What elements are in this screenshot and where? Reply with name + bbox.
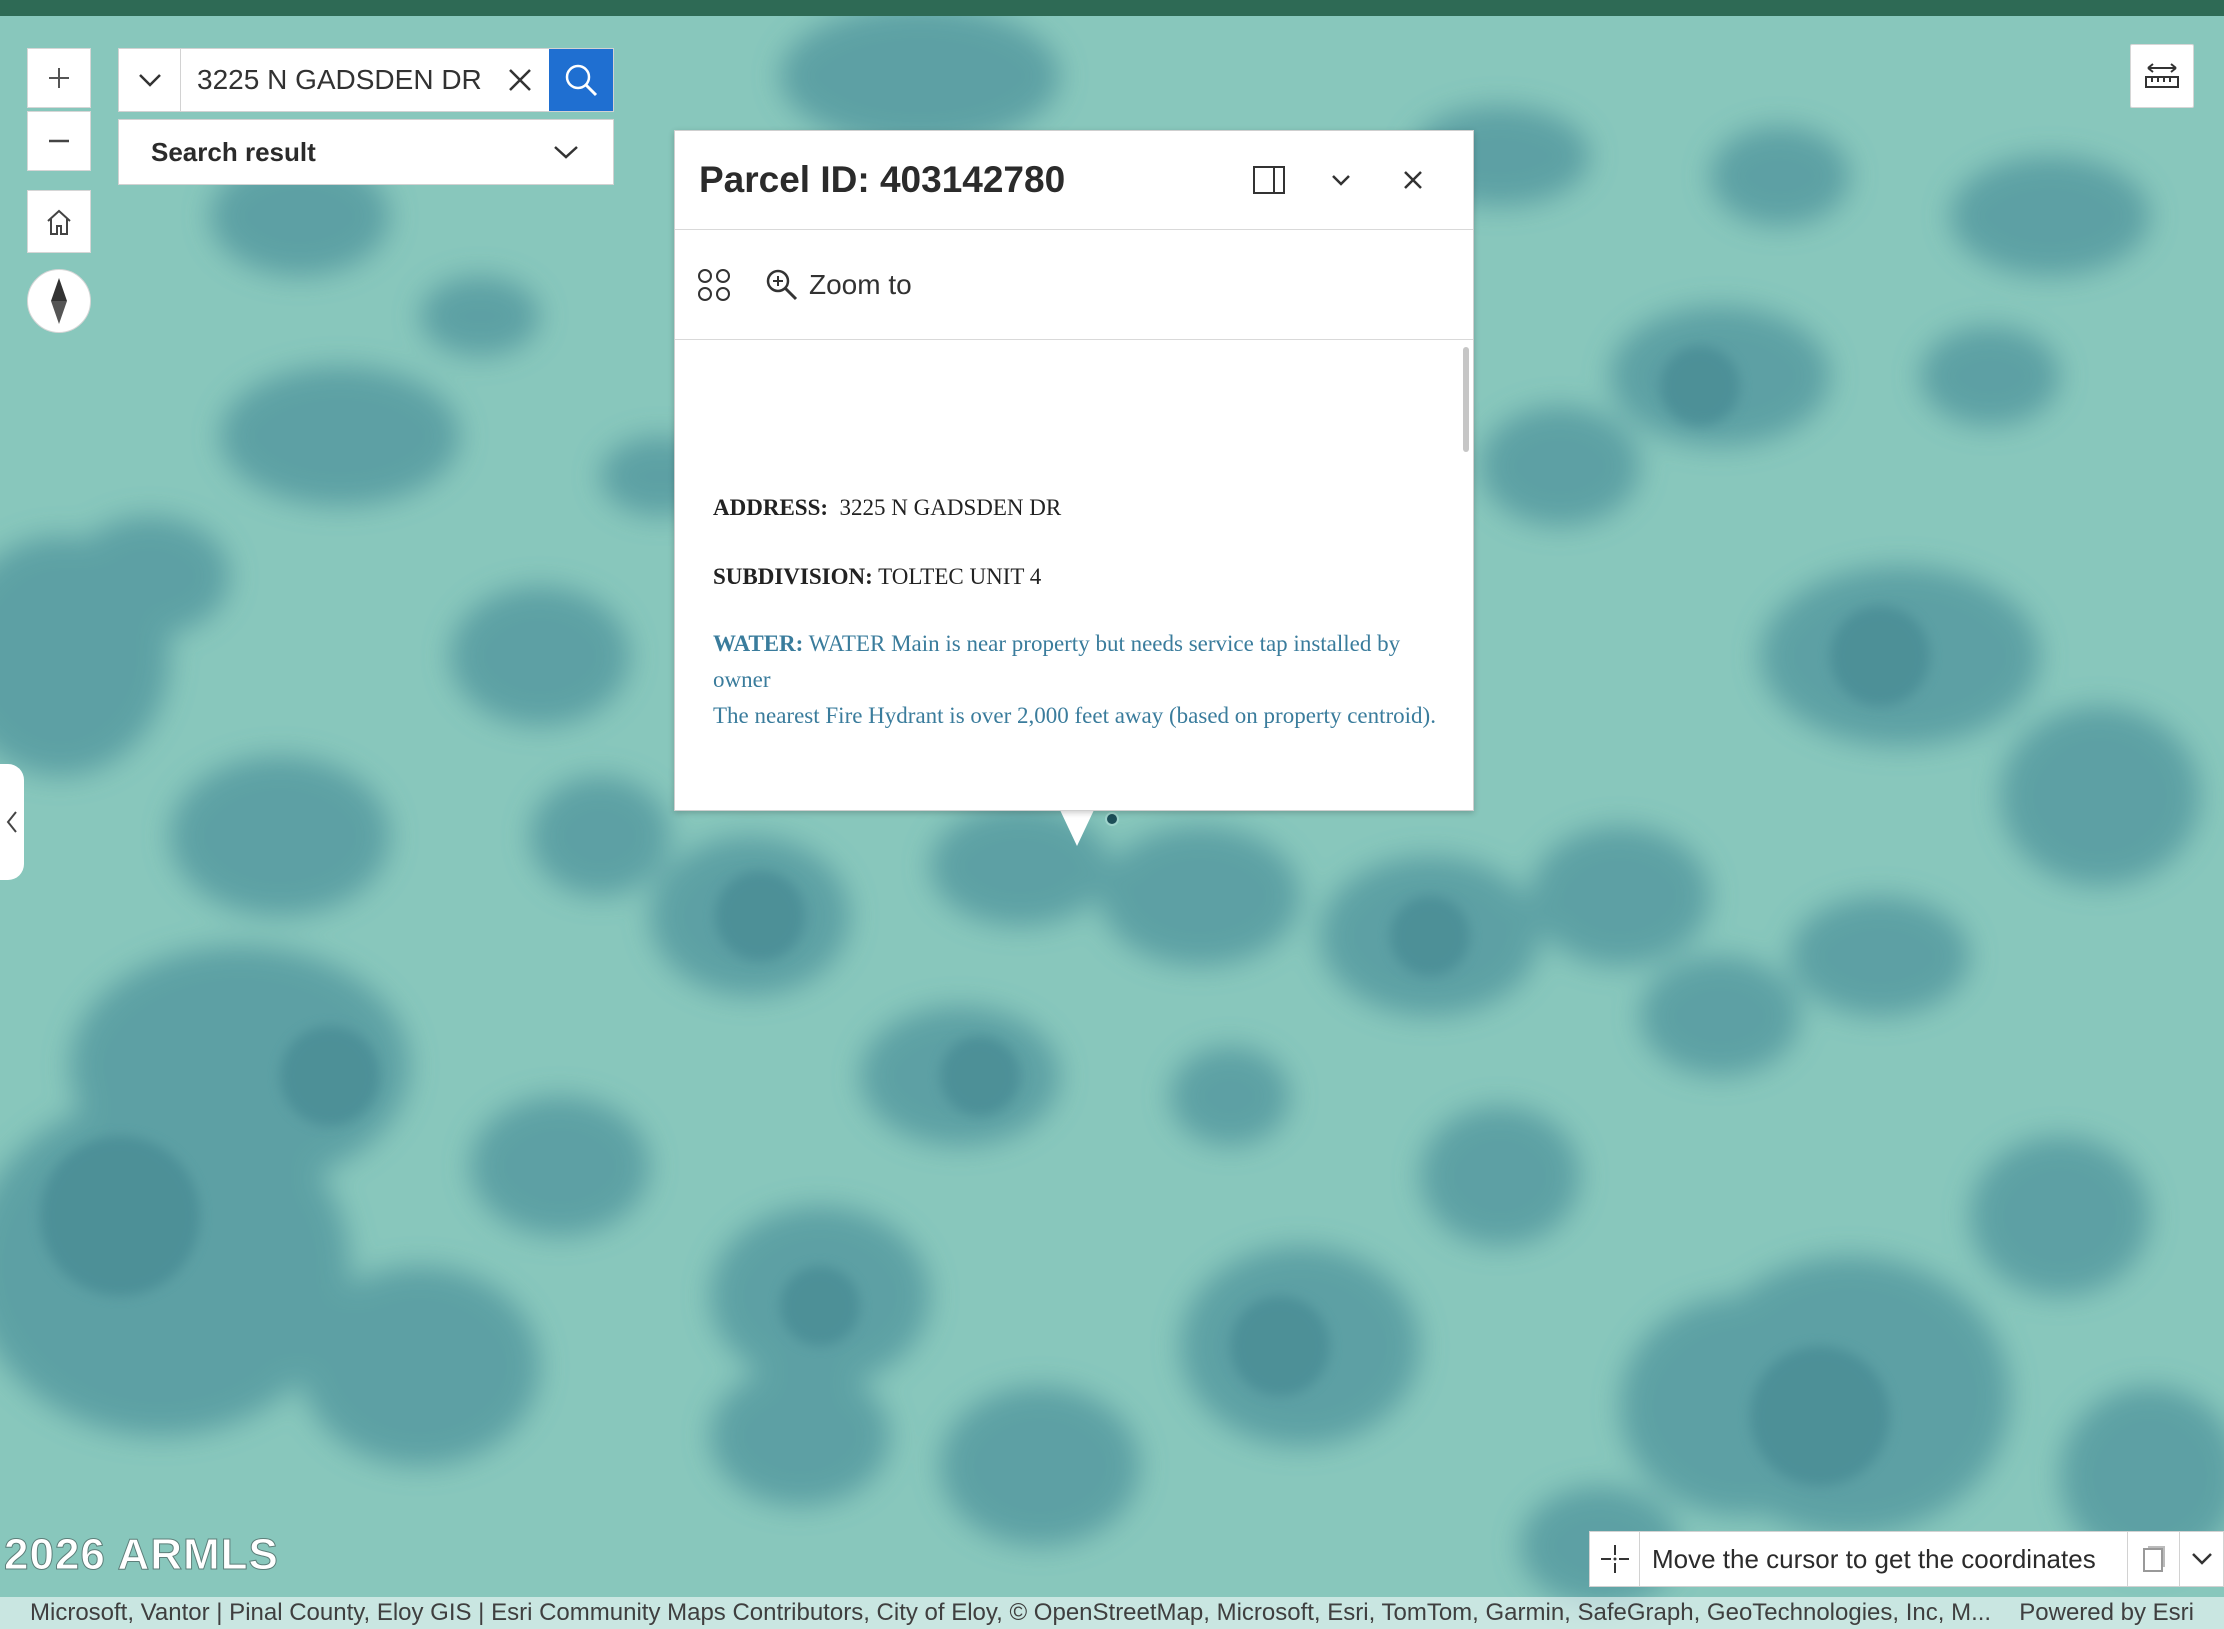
chevron-down-icon — [554, 146, 578, 159]
coordinate-expand-button[interactable] — [2179, 1532, 2223, 1586]
attribution-text[interactable]: Microsoft, Vantor | Pinal County, Eloy G… — [30, 1599, 1995, 1627]
dock-button[interactable] — [1233, 150, 1305, 210]
search-result-dropdown[interactable]: Search result — [118, 119, 614, 185]
popup-content[interactable]: ADDRESS: 3225 N GADSDEN DR SUBDIVISION: … — [675, 342, 1473, 810]
chevron-down-icon — [138, 74, 161, 87]
copy-icon — [2142, 1546, 2165, 1572]
close-icon — [1404, 171, 1422, 189]
clear-search-button[interactable] — [491, 49, 549, 111]
expand-panel-tab[interactable] — [0, 764, 24, 880]
zoom-to-button[interactable]: Zoom to — [765, 268, 912, 302]
chevron-down-icon — [2191, 1553, 2212, 1565]
collapse-button[interactable] — [1305, 150, 1377, 210]
dock-icon — [1253, 166, 1285, 194]
address-row: ADDRESS: 3225 N GADSDEN DR — [713, 495, 1061, 521]
chevron-left-icon — [6, 811, 17, 833]
copy-coordinates-button[interactable] — [2127, 1532, 2179, 1586]
search-icon — [565, 64, 598, 97]
popup-header: Parcel ID: 403142780 — [675, 131, 1473, 230]
popup-pointer — [1060, 810, 1094, 846]
zoom-to-icon — [766, 269, 798, 300]
coordinate-capture-button[interactable] — [1590, 1532, 1640, 1586]
subdivision-label: SUBDIVISION: — [713, 564, 873, 589]
water-value: WATER Main is near property but needs se… — [713, 631, 1401, 692]
compass-icon — [51, 278, 67, 324]
address-value: 3225 N GADSDEN DR — [839, 495, 1062, 520]
measure-icon — [2145, 63, 2179, 88]
coordinate-widget: Move the cursor to get the coordinates — [1589, 1531, 2224, 1587]
subdivision-value: TOLTEC UNIT 4 — [878, 564, 1042, 589]
zoom-out-icon — [49, 139, 69, 143]
crosshair-icon — [1600, 1545, 1629, 1573]
water-row: WATER: WATER Main is near property but n… — [713, 626, 1443, 734]
compass-button[interactable] — [27, 269, 91, 333]
copyright-watermark: 2026 ARMLS — [4, 1530, 279, 1580]
search-result-label: Search result — [151, 136, 316, 167]
powered-by-esri-link[interactable]: Powered by Esri — [2019, 1599, 2194, 1627]
parcel-popup: Parcel ID: 403142780 Zoom to ADDRESS: 32… — [674, 130, 1474, 811]
search-input[interactable] — [181, 49, 491, 111]
close-icon — [509, 69, 531, 91]
grid-icon — [698, 268, 730, 301]
search-button[interactable] — [549, 49, 613, 111]
zoom-out-button[interactable] — [27, 111, 91, 171]
subdivision-row: SUBDIVISION: TOLTEC UNIT 4 — [713, 564, 1041, 590]
zoom-in-icon — [49, 68, 69, 88]
popup-title: Parcel ID: 403142780 — [699, 159, 1066, 200]
measure-button[interactable] — [2130, 44, 2194, 108]
hydrant-note: The nearest Fire Hydrant is over 2,000 f… — [713, 703, 1436, 728]
home-button[interactable] — [27, 190, 91, 253]
map-attribution: Microsoft, Vantor | Pinal County, Eloy G… — [0, 1597, 2224, 1629]
home-icon — [47, 209, 71, 235]
location-marker[interactable] — [1105, 812, 1119, 826]
popup-scrollbar[interactable] — [1463, 347, 1469, 452]
popup-actions: Zoom to — [675, 230, 1473, 340]
close-popup-button[interactable] — [1377, 150, 1449, 210]
collapse-icon — [1332, 175, 1350, 186]
zoom-to-label: Zoom to — [809, 268, 912, 300]
water-label: WATER: — [713, 631, 804, 656]
search-source-dropdown[interactable] — [119, 49, 181, 111]
address-label: ADDRESS: — [713, 495, 829, 520]
search-widget — [118, 48, 614, 112]
top-bar — [0, 0, 2224, 16]
more-actions-button[interactable] — [697, 268, 731, 302]
coordinate-readout: Move the cursor to get the coordinates — [1652, 1543, 2096, 1574]
zoom-in-button[interactable] — [27, 48, 91, 108]
